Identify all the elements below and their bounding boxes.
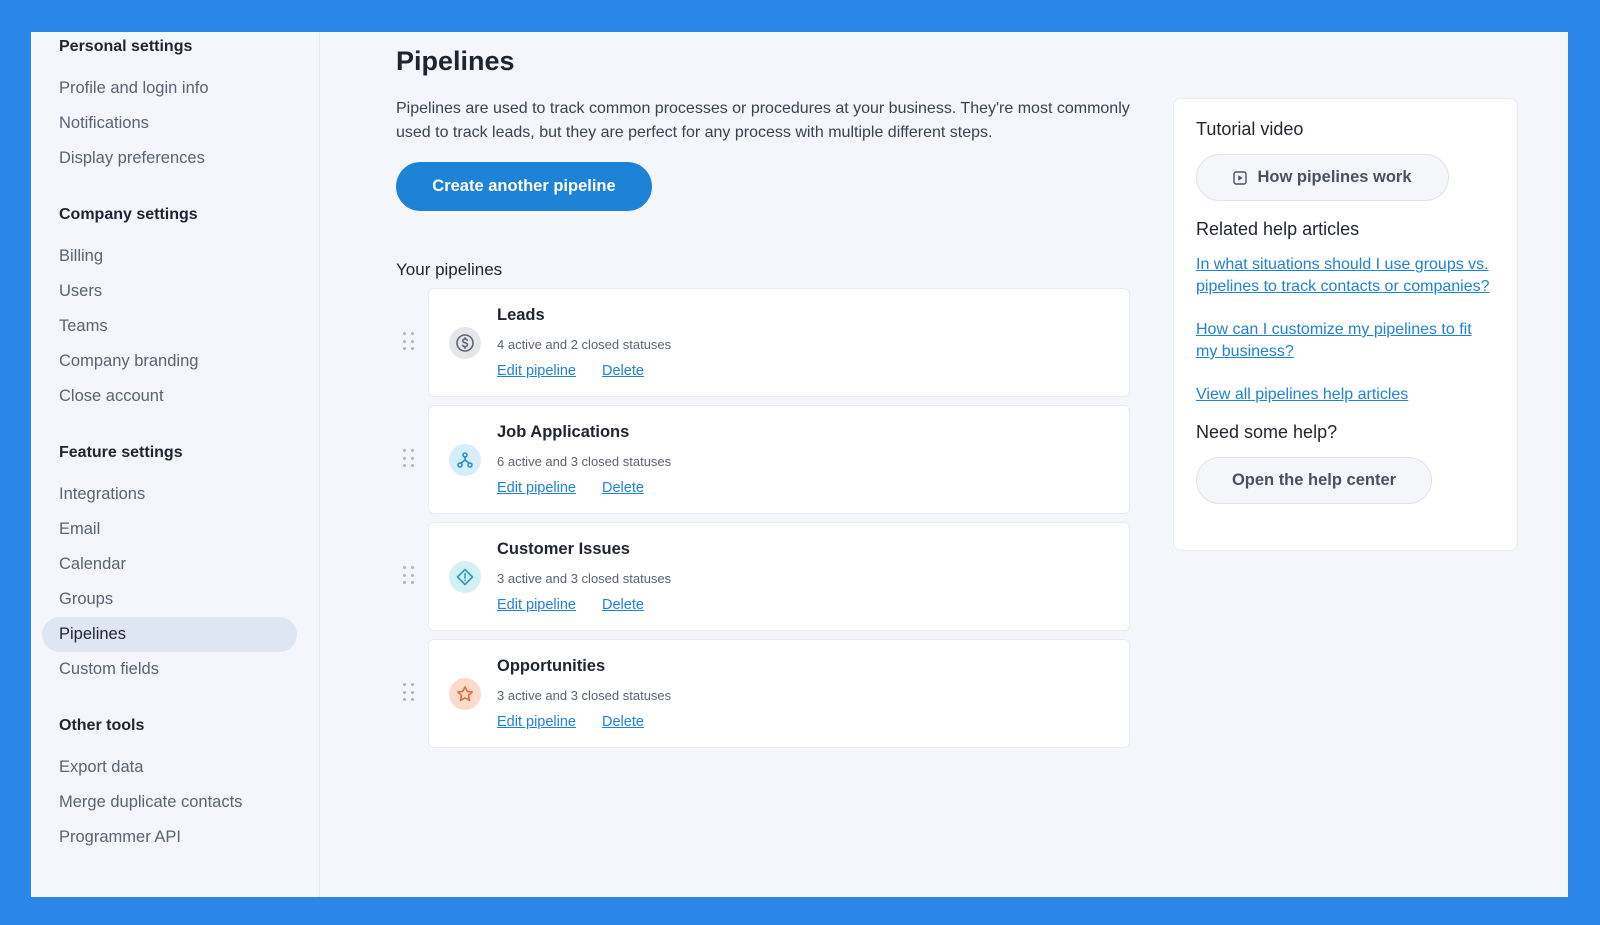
sidebar-item-notifications[interactable]: Notifications bbox=[42, 106, 297, 141]
your-pipelines-heading: Your pipelines bbox=[396, 260, 503, 279]
page-description: Pipelines are used to track common proce… bbox=[396, 100, 1130, 141]
hierarchy-icon bbox=[449, 444, 481, 476]
sidebar-heading: Feature settings bbox=[59, 444, 183, 461]
need-help-heading: Need some help? bbox=[1196, 422, 1338, 442]
sidebar-item-users[interactable]: Users bbox=[42, 274, 297, 309]
sidebar-section-other-tools: Other tools Export data Merge duplicate co… bbox=[31, 715, 319, 855]
pipeline-name: Customer Issues bbox=[497, 540, 630, 558]
pipeline-list: Leads 4 active and 2 closed statuses Edit … bbox=[396, 288, 1136, 756]
play-video-icon bbox=[1233, 170, 1248, 185]
sidebar-item-groups[interactable]: Groups bbox=[42, 582, 297, 617]
sidebar-heading: Company settings bbox=[59, 206, 198, 223]
edit-pipeline-link[interactable]: Edit pipeline bbox=[497, 714, 576, 730]
view-all-help-articles-link[interactable]: View all pipelines help articles bbox=[1196, 384, 1495, 406]
sidebar-item-pipelines[interactable]: Pipelines bbox=[42, 617, 297, 652]
sidebar-section-company-settings: Company settings Billing Users Teams Company… bbox=[31, 204, 319, 414]
sidebar-item-email[interactable]: Email bbox=[42, 512, 297, 547]
create-pipeline-button[interactable]: Create another pipeline bbox=[396, 162, 652, 211]
sidebar-item-close-account[interactable]: Close account bbox=[42, 379, 297, 414]
pipeline-actions: Edit pipeline Delete bbox=[497, 714, 644, 730]
pipeline-card: Leads 4 active and 2 closed statuses Edit … bbox=[428, 288, 1130, 397]
pipeline-status-count: 3 active and 3 closed statuses bbox=[497, 571, 672, 586]
pipeline-row-leads: Leads 4 active and 2 closed statuses Edit … bbox=[396, 288, 1136, 397]
diamond-icon bbox=[449, 561, 481, 593]
pipeline-status-count: 6 active and 3 closed statuses bbox=[497, 454, 672, 469]
star-icon bbox=[449, 678, 481, 710]
settings-window: Personal settings Profile and login info N… bbox=[31, 32, 1568, 897]
video-button-label: How pipelines work bbox=[1257, 168, 1412, 186]
sidebar-item-billing[interactable]: Billing bbox=[42, 239, 297, 274]
pipeline-card: Customer Issues 3 active and 3 closed sta… bbox=[428, 522, 1130, 631]
pipeline-name: Leads bbox=[497, 306, 545, 324]
sidebar-item-export-data[interactable]: Export data bbox=[42, 750, 297, 785]
page-title: Pipelines bbox=[396, 46, 515, 76]
drag-handle-icon[interactable] bbox=[403, 332, 415, 352]
sidebar-item-profile-and-login-info[interactable]: Profile and login info bbox=[42, 71, 297, 106]
edit-pipeline-link[interactable]: Edit pipeline bbox=[497, 597, 576, 613]
sidebar-item-integrations[interactable]: Integrations bbox=[42, 477, 297, 512]
edit-pipeline-link[interactable]: Edit pipeline bbox=[497, 480, 576, 496]
help-article-groups-vs-pipelines[interactable]: In what situations should I use groups v… bbox=[1196, 254, 1495, 298]
delete-pipeline-link[interactable]: Delete bbox=[602, 363, 644, 379]
pipeline-card: Job Applications 6 active and 3 closed st… bbox=[428, 405, 1130, 514]
tutorial-video-heading: Tutorial video bbox=[1196, 119, 1304, 139]
sidebar-section-personal-settings: Personal settings Profile and login info N… bbox=[31, 36, 319, 176]
pipeline-status-count: 3 active and 3 closed statuses bbox=[497, 688, 672, 703]
sidebar-item-programmer-api[interactable]: Programmer API bbox=[42, 820, 297, 855]
edit-pipeline-link[interactable]: Edit pipeline bbox=[497, 363, 576, 379]
pipeline-status-count: 4 active and 2 closed statuses bbox=[497, 337, 672, 352]
dollar-icon bbox=[449, 327, 481, 359]
help-panel: Tutorial video How pipelines work Relate… bbox=[1173, 98, 1518, 551]
drag-handle-icon[interactable] bbox=[403, 449, 415, 469]
pipeline-row-opportunities: Opportunities 3 active and 3 closed statu… bbox=[396, 639, 1136, 748]
sidebar-item-company-branding[interactable]: Company branding bbox=[42, 344, 297, 379]
pipeline-actions: Edit pipeline Delete bbox=[497, 363, 644, 379]
pipeline-row-job-applications: Job Applications 6 active and 3 closed st… bbox=[396, 405, 1136, 514]
delete-pipeline-link[interactable]: Delete bbox=[602, 597, 644, 613]
sidebar-item-calendar[interactable]: Calendar bbox=[42, 547, 297, 582]
sidebar-heading: Personal settings bbox=[59, 38, 193, 55]
settings-sidebar: Personal settings Profile and login info N… bbox=[31, 32, 320, 897]
related-articles-heading: Related help articles bbox=[1196, 219, 1360, 239]
drag-handle-icon[interactable] bbox=[403, 683, 415, 703]
sidebar-heading: Other tools bbox=[59, 717, 145, 734]
pipeline-card: Opportunities 3 active and 3 closed statu… bbox=[428, 639, 1130, 748]
sidebar-item-custom-fields[interactable]: Custom fields bbox=[42, 652, 297, 687]
open-help-center-button[interactable]: Open the help center bbox=[1196, 457, 1432, 504]
pipeline-name: Job Applications bbox=[497, 423, 630, 441]
pipeline-actions: Edit pipeline Delete bbox=[497, 597, 644, 613]
delete-pipeline-link[interactable]: Delete bbox=[602, 480, 644, 496]
pipeline-row-customer-issues: Customer Issues 3 active and 3 closed sta… bbox=[396, 522, 1136, 631]
drag-handle-icon[interactable] bbox=[403, 566, 415, 586]
help-article-customize-pipelines[interactable]: How can I customize my pipelines to fit … bbox=[1196, 319, 1495, 363]
how-pipelines-work-button[interactable]: How pipelines work bbox=[1196, 154, 1449, 201]
sidebar-item-merge-duplicate-contacts[interactable]: Merge duplicate contacts bbox=[42, 785, 297, 820]
pipeline-name: Opportunities bbox=[497, 657, 606, 675]
sidebar-section-feature-settings: Feature settings Integrations Email Calenda… bbox=[31, 442, 319, 687]
sidebar-item-teams[interactable]: Teams bbox=[42, 309, 297, 344]
pipeline-actions: Edit pipeline Delete bbox=[497, 480, 644, 496]
sidebar-item-display-preferences[interactable]: Display preferences bbox=[42, 141, 297, 176]
pipelines-page: Pipelines Pipelines are used to track co… bbox=[320, 32, 1568, 897]
delete-pipeline-link[interactable]: Delete bbox=[602, 714, 644, 730]
